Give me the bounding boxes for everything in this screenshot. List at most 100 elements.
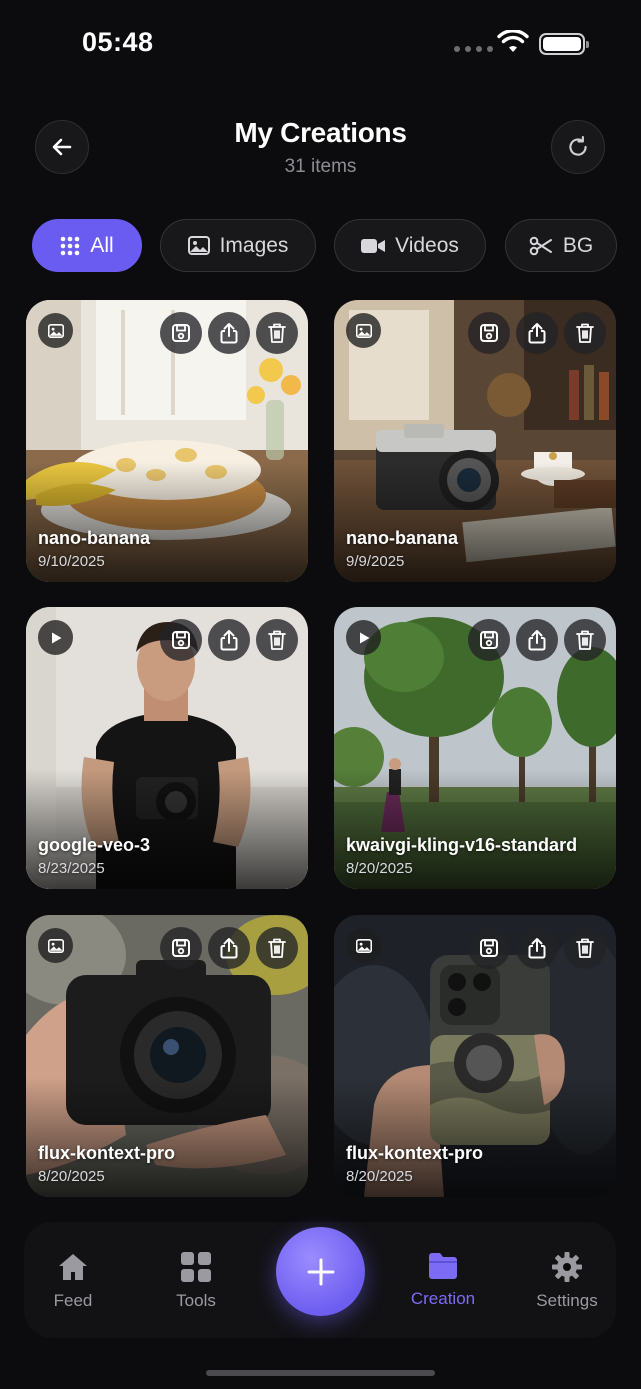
nav-item-tools[interactable]: Tools — [141, 1252, 251, 1311]
creation-card[interactable]: nano-banana 9/10/2025 — [26, 300, 308, 582]
tab-bg-label: BG — [562, 233, 594, 257]
delete-button[interactable] — [256, 927, 298, 969]
refresh-button[interactable] — [551, 120, 605, 174]
share-icon — [220, 938, 238, 959]
save-button[interactable] — [160, 619, 202, 661]
image-type-badge — [346, 928, 381, 963]
card-actions — [468, 619, 606, 661]
trash-icon — [268, 323, 286, 343]
share-button[interactable] — [516, 927, 558, 969]
image-icon — [355, 323, 372, 338]
creation-card[interactable]: google-veo-3 8/23/2025 — [26, 607, 308, 889]
image-icon — [355, 938, 372, 953]
share-button[interactable] — [208, 927, 250, 969]
model-name: google-veo-3 — [38, 835, 151, 855]
grid-icon — [61, 236, 80, 255]
image-type-badge — [38, 928, 73, 963]
share-icon — [220, 630, 238, 651]
delete-button[interactable] — [564, 927, 606, 969]
tab-images[interactable]: Images — [160, 219, 316, 272]
save-icon — [480, 939, 498, 957]
tab-bg[interactable]: BG — [505, 219, 617, 272]
share-button[interactable] — [516, 619, 558, 661]
video-icon — [361, 238, 386, 253]
grid-tiles-icon — [181, 1252, 211, 1282]
tab-videos[interactable]: Videos — [334, 219, 486, 272]
nav-item-creation[interactable]: Creation — [388, 1252, 498, 1309]
tab-all-label: All — [90, 233, 114, 257]
creation-date: 8/20/2025 — [346, 1168, 413, 1185]
nav-creation-label: Creation — [410, 1289, 476, 1308]
trash-icon — [576, 938, 594, 958]
nav-feed-label: Feed — [53, 1291, 93, 1310]
trash-icon — [576, 630, 594, 650]
tab-images-label: Images — [219, 233, 289, 257]
save-button[interactable] — [468, 312, 510, 354]
save-icon — [172, 939, 190, 957]
save-button[interactable] — [160, 312, 202, 354]
nav-settings-label: Settings — [536, 1291, 598, 1310]
tab-all[interactable]: All — [32, 219, 142, 272]
model-name: nano-banana — [38, 528, 151, 548]
model-name: flux-kontext-pro — [38, 1143, 175, 1163]
trash-icon — [576, 323, 594, 343]
creation-date: 8/20/2025 — [346, 860, 413, 877]
card-actions — [468, 927, 606, 969]
image-type-badge — [346, 313, 381, 348]
share-icon — [220, 323, 238, 344]
card-actions — [160, 312, 298, 354]
creation-date: 9/10/2025 — [38, 553, 105, 570]
creation-date: 9/9/2025 — [346, 553, 405, 570]
share-icon — [528, 630, 546, 651]
trash-icon — [268, 630, 286, 650]
tab-videos-label: Videos — [395, 233, 459, 257]
status-time: 05:48 — [82, 27, 154, 57]
folder-icon — [429, 1253, 457, 1279]
share-icon — [528, 938, 546, 959]
delete-button[interactable] — [256, 312, 298, 354]
model-name: kwaivgi-kling-v16-standard — [346, 835, 578, 855]
card-actions — [468, 312, 606, 354]
delete-button[interactable] — [256, 619, 298, 661]
creation-card[interactable]: flux-kontext-pro 8/20/2025 — [26, 915, 308, 1197]
model-name: flux-kontext-pro — [346, 1143, 483, 1163]
home-icon — [59, 1254, 87, 1280]
delete-button[interactable] — [564, 619, 606, 661]
page-title: My Creations — [234, 117, 407, 148]
creation-card[interactable]: flux-kontext-pro 8/20/2025 — [334, 915, 616, 1197]
save-icon — [172, 631, 190, 649]
share-button[interactable] — [516, 312, 558, 354]
share-button[interactable] — [208, 312, 250, 354]
share-button[interactable] — [208, 619, 250, 661]
model-name: nano-banana — [346, 528, 459, 548]
delete-button[interactable] — [564, 312, 606, 354]
creation-date: 8/20/2025 — [38, 1168, 105, 1185]
save-icon — [172, 324, 190, 342]
creation-card[interactable]: nano-banana 9/9/2025 — [334, 300, 616, 582]
save-button[interactable] — [160, 927, 202, 969]
card-actions — [160, 619, 298, 661]
video-type-badge — [38, 620, 73, 655]
save-button[interactable] — [468, 619, 510, 661]
status-bar: 05:48 — [0, 0, 641, 90]
plus-icon — [307, 1258, 334, 1285]
nav-item-feed[interactable]: Feed — [18, 1252, 128, 1311]
battery-icon — [539, 33, 589, 55]
wifi-icon — [497, 30, 529, 52]
nav-item-settings[interactable]: Settings — [512, 1252, 622, 1311]
trash-icon — [268, 938, 286, 958]
share-icon — [528, 323, 546, 344]
image-icon — [47, 323, 64, 338]
image-type-badge — [38, 313, 73, 348]
image-icon — [187, 236, 210, 255]
create-button[interactable] — [276, 1227, 365, 1316]
save-button[interactable] — [468, 927, 510, 969]
refresh-icon — [569, 135, 587, 156]
gear-icon — [552, 1252, 582, 1282]
creation-card[interactable]: kwaivgi-kling-v16-standard 8/20/2025 — [334, 607, 616, 889]
creation-date: 8/23/2025 — [38, 860, 105, 877]
scissors-icon — [529, 236, 552, 255]
play-icon — [359, 632, 369, 643]
signal-icon — [454, 46, 493, 52]
nav-tools-label: Tools — [176, 1291, 216, 1310]
